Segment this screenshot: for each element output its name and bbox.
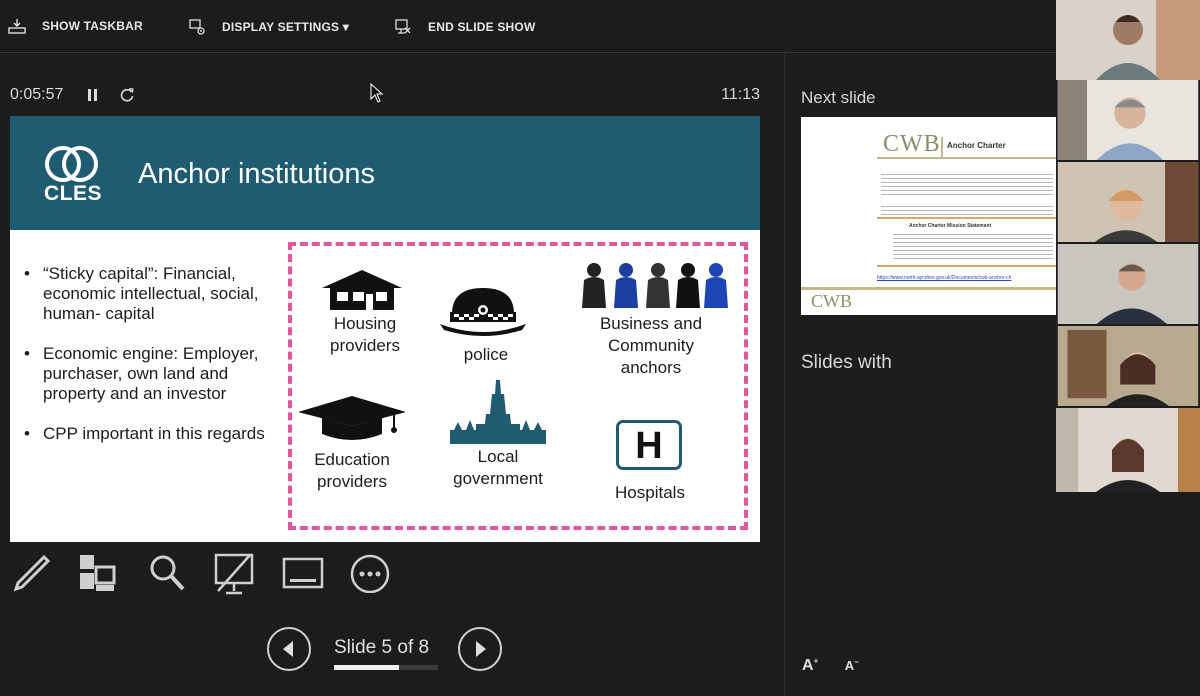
participant-avatar: [1057, 244, 1199, 324]
participant-avatar: [1056, 0, 1200, 80]
slide-counter: Slide 5 of 8: [334, 637, 430, 658]
timer-row: 0:05:57 11:13: [10, 86, 760, 108]
participant-video-4[interactable]: [1056, 244, 1200, 324]
chevron-left-icon: [283, 641, 293, 657]
display-settings-button[interactable]: DISPLAY SETTINGS ▾: [188, 18, 349, 36]
hospital-icon: H: [616, 420, 682, 470]
bullet-item: “Sticky capital”: Financial, economic in…: [24, 264, 284, 324]
bullet-item: Economic engine: Employer, purchaser, ow…: [24, 344, 284, 404]
bullet-item: CPP important in this regards: [24, 424, 284, 444]
people-group-icon: [582, 263, 728, 308]
police-hat-icon: [440, 288, 526, 336]
elapsed-timer: 0:05:57: [10, 86, 64, 103]
thumb-mission: Anchor Charter Mission Statement: [909, 223, 992, 229]
display-settings-icon: [188, 18, 206, 36]
slides-with-label: Slides with: [801, 352, 892, 373]
end-show-icon: [394, 18, 412, 36]
participant-video-1[interactable]: [1056, 0, 1200, 80]
thumb-text-lines: [881, 171, 1053, 197]
increase-font-label: A: [802, 657, 814, 675]
current-slide: CLES Anchor institutions “Sticky capital…: [10, 116, 760, 542]
previous-slide-button[interactable]: [267, 627, 311, 671]
slide-title: Anchor institutions: [138, 158, 375, 190]
presenter-tools: [0, 553, 760, 599]
chevron-right-icon: [476, 641, 486, 657]
show-taskbar-button[interactable]: SHOW TASKBAR: [8, 18, 143, 34]
end-slide-show-button[interactable]: END SLIDE SHOW: [394, 18, 535, 36]
slide-progress-fill: [334, 665, 399, 670]
participant-avatar: [1057, 326, 1199, 406]
restart-timer-icon[interactable]: [119, 87, 135, 108]
decrease-font-button[interactable]: A−: [845, 658, 859, 673]
thumb-rule: [877, 265, 1056, 267]
participant-avatar: [1057, 80, 1199, 160]
end-slide-show-label: END SLIDE SHOW: [428, 20, 536, 34]
cles-logo-text: CLES: [44, 182, 103, 205]
pause-timer-icon[interactable]: [87, 88, 99, 107]
thumb-link: https://www.north-ayrshire.gov.uk/Docume…: [877, 275, 1012, 281]
show-taskbar-label: SHOW TASKBAR: [42, 19, 143, 33]
participant-video-6[interactable]: [1056, 408, 1200, 492]
thumb-divider: [941, 137, 943, 159]
decrease-font-label: A: [844, 658, 855, 674]
taskbar-icon: [8, 18, 26, 34]
thumb-text-lines: [881, 203, 1053, 217]
participant-video-5[interactable]: [1056, 326, 1200, 406]
business-label: Business and Community anchors: [599, 314, 703, 377]
house-icon: [322, 270, 402, 310]
font-size-controls: A+ A−: [802, 657, 859, 675]
cwb-logo: CWB: [883, 131, 941, 157]
display-settings-label: DISPLAY SETTINGS ▾: [222, 20, 349, 34]
slide-header: CLES Anchor institutions: [10, 116, 760, 230]
participant-avatar: [1056, 408, 1200, 492]
more-options-icon[interactable]: [350, 553, 390, 598]
thumb-text-lines: [893, 231, 1053, 259]
current-time: 11:13: [721, 86, 760, 103]
thumb-rule: [877, 157, 1056, 159]
participant-video-3[interactable]: [1056, 162, 1200, 242]
thumb-rule: [877, 217, 1056, 219]
participant-avatar: [1057, 162, 1199, 242]
housing-label: Housing providers: [330, 314, 400, 355]
bullet-list: “Sticky capital”: Financial, economic in…: [24, 264, 284, 464]
next-slide-thumbnail[interactable]: CWB Anchor Charter Anchor Charter Missio…: [801, 117, 1056, 315]
presenter-toolbar: SHOW TASKBAR DISPLAY SETTINGS ▾ END SLID…: [0, 0, 1056, 53]
participant-video-2[interactable]: [1056, 80, 1200, 160]
thumb-title: Anchor Charter: [947, 141, 1006, 150]
monument-icon: [450, 380, 546, 444]
pen-icon[interactable]: [12, 553, 51, 598]
slide-progress-bar: [334, 665, 438, 670]
education-label: Education providers: [314, 450, 390, 491]
thumb-footer-rule: [801, 287, 1056, 290]
next-slide-label: Next slide: [801, 88, 876, 107]
panel-divider: [784, 52, 785, 696]
hospitals-label: Hospitals: [615, 483, 685, 502]
zoom-icon[interactable]: [148, 553, 186, 598]
police-label: police: [463, 345, 509, 364]
next-slide-button[interactable]: [458, 627, 502, 671]
thumb-footer-logo: CWB: [811, 291, 853, 311]
increase-font-button[interactable]: A+: [802, 657, 818, 674]
local-government-label: Local government: [453, 447, 543, 488]
subtitles-icon[interactable]: [282, 553, 324, 598]
graduation-cap-icon: [298, 396, 406, 440]
all-slides-icon[interactable]: [78, 553, 118, 598]
black-screen-icon[interactable]: [214, 553, 254, 602]
